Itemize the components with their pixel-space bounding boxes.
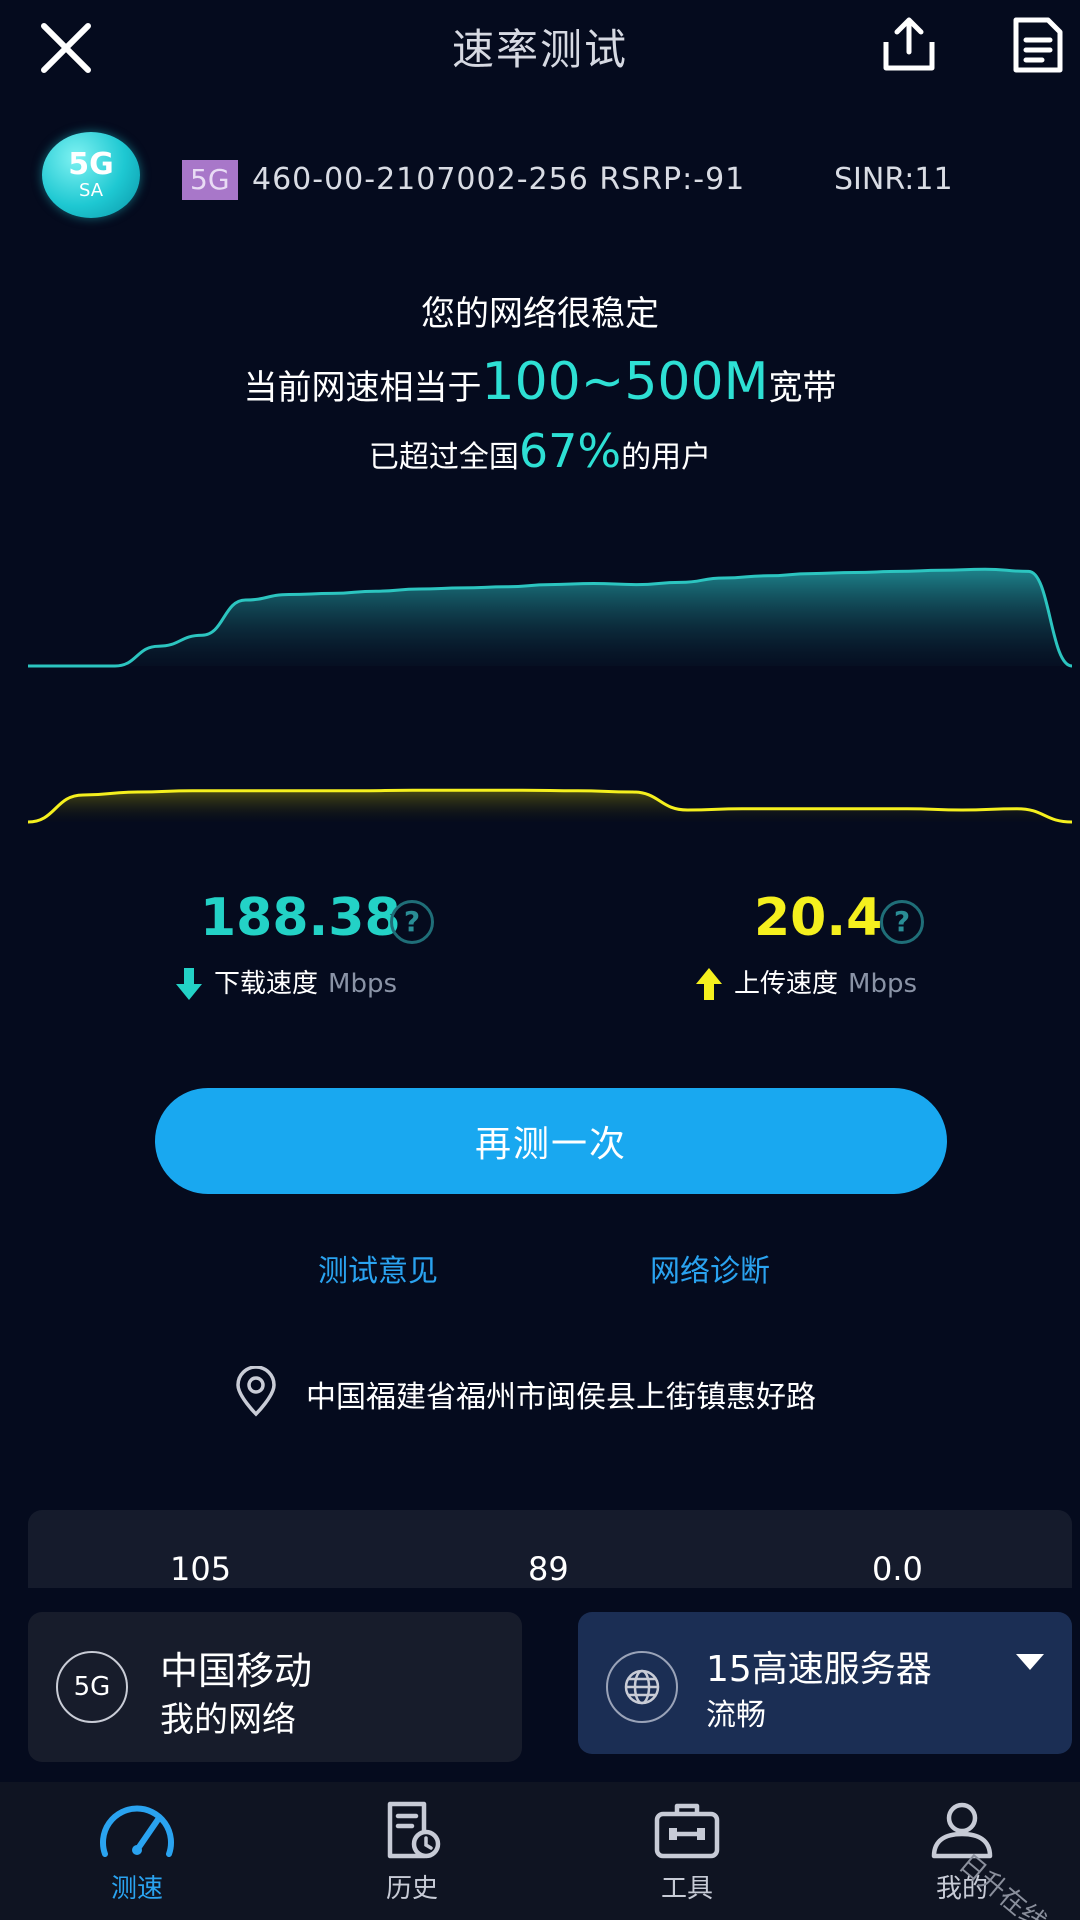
nav-item-speedtest[interactable]: 测速 [67,1798,207,1905]
location-text: 中国福建省福州市闽侯县上街镇惠好路 [306,1380,816,1415]
bandwidth-prefix: 当前网速相当于 [243,368,482,408]
stat-value: 105 [170,1550,232,1588]
sinr-value: SINR:11 [834,162,953,197]
stat-value: 0.0 [872,1550,923,1588]
speed-chart [27,567,1073,824]
network-status-title: 您的网络很稳定 [421,294,659,334]
upload-label-text: 上传速度 [734,969,839,999]
nav-item-history[interactable]: 历史 [342,1798,482,1905]
upload-help-icon[interactable]: ? [880,900,924,944]
speedometer-icon [100,1805,174,1857]
globe-icon [606,1651,678,1723]
diagnose-link[interactable]: 网络诊断 [650,1246,770,1290]
report-button[interactable] [1008,14,1068,76]
rank-suffix: 的用户 [621,440,712,475]
download-arrow-icon [176,968,202,1000]
history-icon [387,1801,441,1859]
upload-arrow-icon [696,968,722,1000]
upload-unit: Mbps [848,969,918,999]
server-status: 流畅 [706,1698,766,1733]
upload-speed-value: 20.4 [754,888,883,948]
download-speed-value: 188.38 [200,888,401,948]
toolbox-icon [654,1803,720,1859]
badge-network-label: 5G [68,147,114,182]
operator-name: 中国移动 [160,1649,313,1693]
bandwidth-suffix: 宽带 [768,368,837,408]
download-help-icon[interactable]: ? [390,900,434,944]
nav-label: 工具 [660,1874,713,1904]
cell-info: 460-00-2107002-256 RSRP:-91 [252,162,746,197]
nav-item-tools[interactable]: 工具 [617,1798,757,1905]
rank-prefix: 已超过全国 [368,440,519,475]
nav-label: 测速 [110,1874,163,1904]
network-tag: 5G [182,160,238,200]
document-icon [1013,17,1063,73]
badge-mode-label: SA [78,180,104,201]
download-label-text: 下载速度 [214,969,319,999]
download-unit: Mbps [328,969,398,999]
operator-subtitle: 我的网络 [160,1700,296,1740]
stat-value: 89 [528,1550,569,1588]
upload-area [28,790,1072,822]
network-type-badge: 5G SA [42,132,140,218]
upload-label: 上传速度 Mbps [734,966,917,1002]
rank-text: 已超过全国67%的用户 [0,424,1080,478]
download-label: 下载速度 Mbps [214,966,397,1002]
bandwidth-equivalent: 当前网速相当于100~500M宽带 [0,352,1080,412]
operator-network-badge: 5G [56,1651,128,1723]
feedback-link[interactable]: 测试意见 [318,1246,438,1290]
chevron-down-icon[interactable] [1014,1652,1046,1672]
share-icon [883,17,935,71]
retest-button[interactable]: 再测一次 [155,1088,947,1194]
rank-percent: 67% [518,424,622,478]
bandwidth-range: 100~500M [481,352,769,412]
nav-label: 历史 [385,1874,438,1904]
server-name: 15高速服务器 [706,1649,932,1690]
location-pin-icon [236,1366,276,1417]
share-button[interactable] [878,14,940,76]
